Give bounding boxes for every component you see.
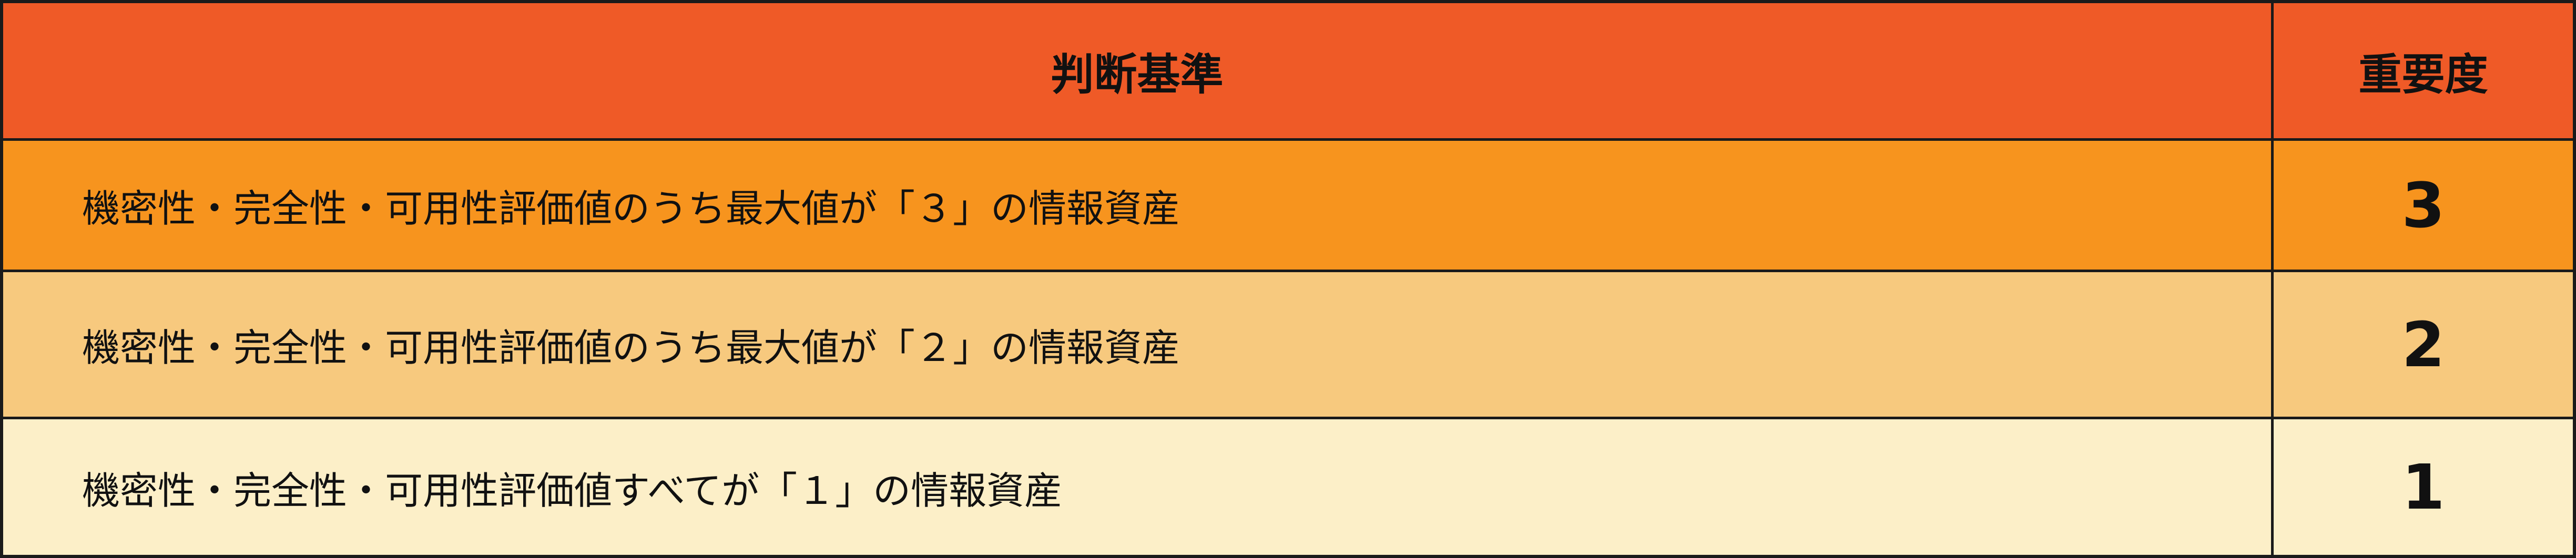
row-2-importance: 2 bbox=[2274, 272, 2573, 419]
row-3-importance: 1 bbox=[2274, 419, 2573, 555]
row-1-importance: 3 bbox=[2274, 141, 2573, 272]
header-criteria: 判断基準 bbox=[3, 3, 2274, 141]
row-2-criteria: 機密性・完全性・可用性評価値のうち最大値が「２」の情報資産 bbox=[3, 272, 2274, 419]
importance-criteria-table: 判断基準 重要度 機密性・完全性・可用性評価値のうち最大値が「３」の情報資産 3… bbox=[0, 0, 2576, 558]
row-1-criteria: 機密性・完全性・可用性評価値のうち最大値が「３」の情報資産 bbox=[3, 141, 2274, 272]
row-3-criteria: 機密性・完全性・可用性評価値すべてが「１」の情報資産 bbox=[3, 419, 2274, 555]
header-importance: 重要度 bbox=[2274, 3, 2573, 141]
